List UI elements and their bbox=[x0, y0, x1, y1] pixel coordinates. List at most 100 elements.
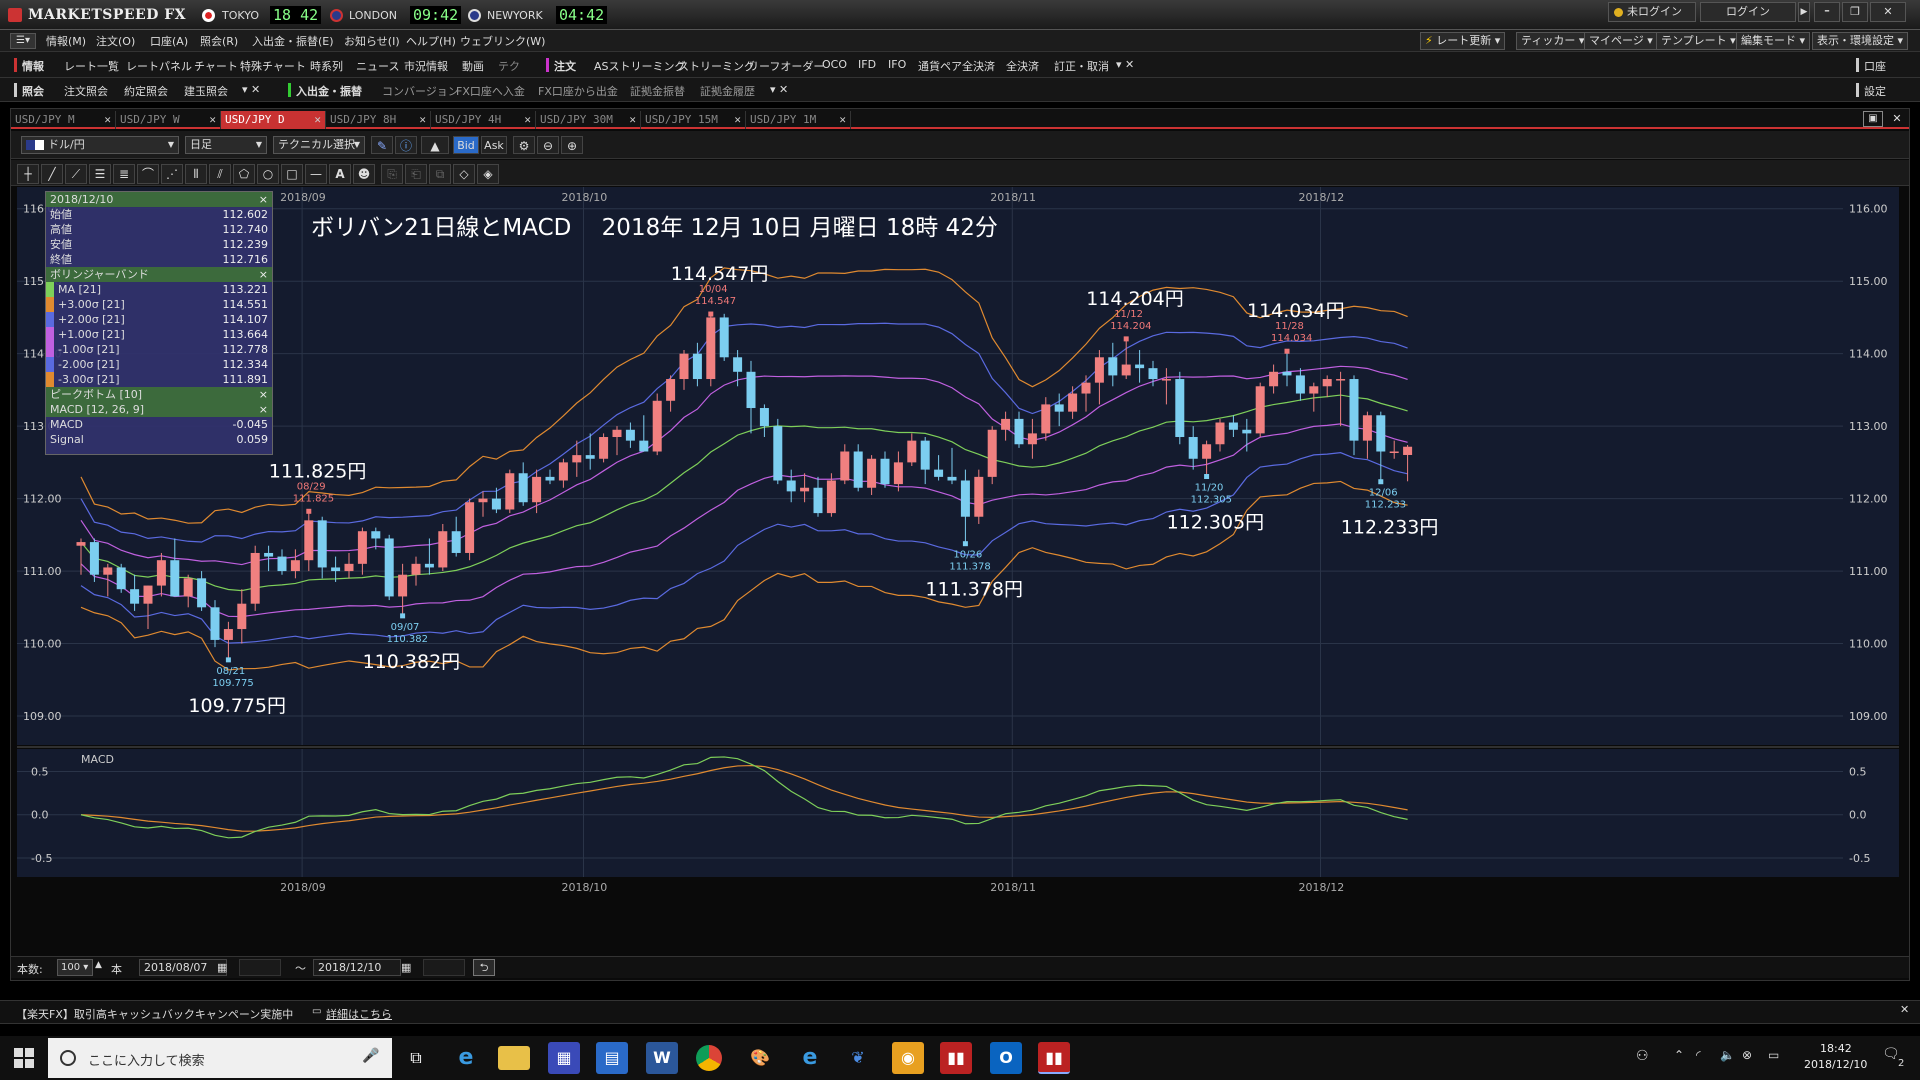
ticker-button[interactable]: ティッカー ▾ bbox=[1516, 32, 1590, 50]
calculator-icon[interactable]: ▦ bbox=[548, 1042, 580, 1074]
zoom-in-icon[interactable]: ⊕ bbox=[561, 136, 583, 154]
restore-icon[interactable]: ❐ bbox=[1842, 2, 1868, 22]
rate-update-button[interactable]: ⚡ レート更新 ▾ bbox=[1420, 32, 1506, 50]
zoom-out-icon[interactable]: ⊖ bbox=[537, 136, 559, 154]
menu-toggle-icon[interactable]: ☰▾ bbox=[10, 33, 36, 49]
toolbar2-end-icon[interactable]: ▾ ✕ bbox=[770, 83, 788, 96]
bar-count-up-icon[interactable]: ▲ bbox=[95, 960, 102, 970]
toolbar-news[interactable]: ニュース bbox=[356, 58, 399, 74]
tab-usd-jpy-15m[interactable]: USD/JPY 15M ✕ bbox=[641, 111, 746, 129]
rectangle-tool-icon[interactable]: □ bbox=[281, 164, 303, 184]
tab-close-icon[interactable]: ✕ bbox=[524, 111, 531, 129]
to-time-field[interactable] bbox=[423, 959, 465, 976]
copy-tool-icon[interactable]: ⎘ bbox=[381, 164, 403, 184]
news-link[interactable]: 詳細はこちら bbox=[326, 1006, 392, 1022]
tab-close-icon[interactable]: ✕ bbox=[839, 111, 846, 129]
info-icon[interactable]: ⓘ bbox=[395, 136, 417, 154]
horizontal-lines-icon[interactable]: ☰ bbox=[89, 164, 111, 184]
toolbar-ifo[interactable]: IFO bbox=[888, 58, 906, 71]
bar-count-select[interactable]: 100 ▾ bbox=[57, 959, 93, 976]
menu-help[interactable]: ヘルプ(H) bbox=[406, 33, 456, 49]
toolbar-streaming[interactable]: ストリーミング bbox=[678, 58, 755, 74]
period-select[interactable]: 日足 ▼ bbox=[185, 136, 267, 154]
indicator-info-panel[interactable]: 2018/12/10 × 始値 112.602 高値 112.740 安値 112.239 終値… bbox=[45, 191, 273, 455]
eraser-all-tool-icon[interactable]: ◈ bbox=[477, 164, 499, 184]
tab-close-icon[interactable]: ✕ bbox=[629, 111, 636, 129]
volume-icon[interactable]: 🔈 bbox=[1720, 1048, 1735, 1062]
word-icon[interactable]: W bbox=[646, 1042, 678, 1074]
to-calendar-icon[interactable]: ▦ bbox=[401, 961, 411, 974]
toolbar-deposit[interactable]: FX口座へ入金 bbox=[456, 83, 525, 99]
toolbar-tech[interactable]: テク bbox=[498, 58, 520, 74]
toolbar-pair-settle[interactable]: 通貨ペア全決済 bbox=[918, 58, 995, 74]
toolbar-all-settle[interactable]: 全決済 bbox=[1006, 58, 1039, 74]
pair-select[interactable]: ドル/円 ▼ bbox=[21, 136, 179, 154]
pen-icon[interactable]: ✎ bbox=[371, 136, 393, 154]
ime-icon[interactable]: ⊗ bbox=[1742, 1048, 1752, 1062]
paste-tool-icon[interactable]: ⎗ bbox=[405, 164, 427, 184]
panel-close-icon[interactable]: × bbox=[259, 387, 268, 402]
marketspeed-icon[interactable]: ▮▮ bbox=[940, 1042, 972, 1074]
remote-desktop-icon[interactable]: ▤ bbox=[596, 1042, 628, 1074]
menu-inquiry[interactable]: 照会(R) bbox=[200, 33, 238, 49]
tab-close-icon[interactable]: ✕ bbox=[734, 111, 741, 129]
menu-account[interactable]: 口座(A) bbox=[150, 33, 188, 49]
expand-right-icon[interactable]: ▶ bbox=[1798, 2, 1810, 22]
channel-tool-icon[interactable]: ⫽ bbox=[209, 164, 231, 184]
hline-tool-icon[interactable]: — bbox=[305, 164, 327, 184]
login-button[interactable]: ログイン bbox=[1700, 2, 1796, 22]
toolbar-order-inquiry[interactable]: 注文照会 bbox=[64, 83, 108, 99]
tab-usd-jpy-4h[interactable]: USD/JPY 4H ✕ bbox=[431, 111, 536, 129]
file-explorer-icon[interactable] bbox=[498, 1046, 530, 1070]
pentagon-tool-icon[interactable]: ⬠ bbox=[233, 164, 255, 184]
toolbar-withdraw[interactable]: FX口座から出金 bbox=[538, 83, 618, 99]
crosshair-icon[interactable]: ┼ bbox=[17, 164, 39, 184]
chart-settings-icon[interactable]: ⚙ bbox=[513, 136, 535, 154]
price-chart[interactable]: 116.00116.00115.00115.00114.00114.00113.… bbox=[11, 187, 1909, 956]
toolbar-oco[interactable]: OCO bbox=[822, 58, 847, 71]
edit-mode-button[interactable]: 編集モード ▾ bbox=[1736, 32, 1811, 50]
technical-select[interactable]: テクニカル選択 ▼ bbox=[273, 136, 365, 154]
vertical-lines-icon[interactable]: ⦀ bbox=[185, 164, 207, 184]
template-button[interactable]: テンプレート ▾ bbox=[1656, 32, 1741, 50]
chrome-icon[interactable] bbox=[696, 1045, 722, 1071]
clock-time[interactable]: 18:42 bbox=[1820, 1042, 1852, 1055]
action-center-left-icon[interactable]: ▭ bbox=[1768, 1048, 1779, 1062]
line-tool-icon[interactable]: ╱ bbox=[41, 164, 63, 184]
panel-close-icon[interactable]: × bbox=[259, 192, 268, 207]
wifi-icon[interactable]: ◜ bbox=[1696, 1048, 1701, 1062]
tab-usd-jpy-d[interactable]: USD/JPY D ✕ bbox=[221, 111, 326, 129]
settings-section-label[interactable]: 設定 bbox=[1864, 83, 1886, 99]
people-icon[interactable]: ⚇ bbox=[1636, 1048, 1649, 1064]
marketspeed-fx-active-icon[interactable]: ▮▮ bbox=[1038, 1042, 1070, 1074]
toolbar-execution-inquiry[interactable]: 約定照会 bbox=[124, 83, 168, 99]
task-view-icon[interactable]: ⧉ bbox=[400, 1042, 432, 1074]
window-maximize-icon[interactable]: ▣ bbox=[1863, 111, 1883, 127]
jobs-app-icon[interactable]: ◉ bbox=[892, 1042, 924, 1074]
paint-icon[interactable]: 🎨 bbox=[744, 1042, 776, 1074]
menu-order[interactable]: 注文(O) bbox=[96, 33, 135, 49]
to-date-field[interactable]: 2018/12/10 bbox=[313, 959, 401, 976]
feather-app-icon[interactable]: ❦ bbox=[842, 1042, 874, 1074]
bid-toggle[interactable]: Bid bbox=[453, 136, 479, 154]
toolbar-market-info[interactable]: 市況情報 bbox=[404, 58, 448, 74]
toolbar-modify-cancel[interactable]: 訂正・取消 bbox=[1054, 58, 1109, 74]
from-time-field[interactable] bbox=[239, 959, 281, 976]
menu-transfer[interactable]: 入出金・振替(E) bbox=[252, 33, 334, 49]
ruler-tool-icon[interactable]: ⟋ bbox=[65, 164, 87, 184]
toolbar1-dropdown-icon[interactable]: ▾ ✕ bbox=[1116, 58, 1134, 71]
multi-lines-icon[interactable]: ≣ bbox=[113, 164, 135, 184]
toolbar-timeseries[interactable]: 時系列 bbox=[310, 58, 343, 74]
toolbar-rate-panel[interactable]: レートパネル bbox=[126, 58, 192, 74]
toolbar-margin-history[interactable]: 証拠金履歴 bbox=[700, 83, 755, 99]
toolbar-ifd[interactable]: IFD bbox=[858, 58, 876, 71]
toolbar-chart[interactable]: チャート bbox=[194, 58, 238, 74]
windows-start-icon[interactable] bbox=[14, 1048, 34, 1068]
window-close-icon[interactable]: ✕ bbox=[1887, 111, 1907, 127]
tab-close-icon[interactable]: ✕ bbox=[419, 111, 426, 129]
display-settings-button[interactable]: 表示・環境設定 ▾ bbox=[1812, 32, 1909, 50]
toolbar-margin-transfer[interactable]: 証拠金振替 bbox=[630, 83, 685, 99]
tab-close-icon[interactable]: ✕ bbox=[209, 111, 216, 129]
chart-type-icon[interactable]: ▲ bbox=[421, 136, 449, 154]
toolbar-rate-list[interactable]: レート一覧 bbox=[64, 58, 119, 74]
